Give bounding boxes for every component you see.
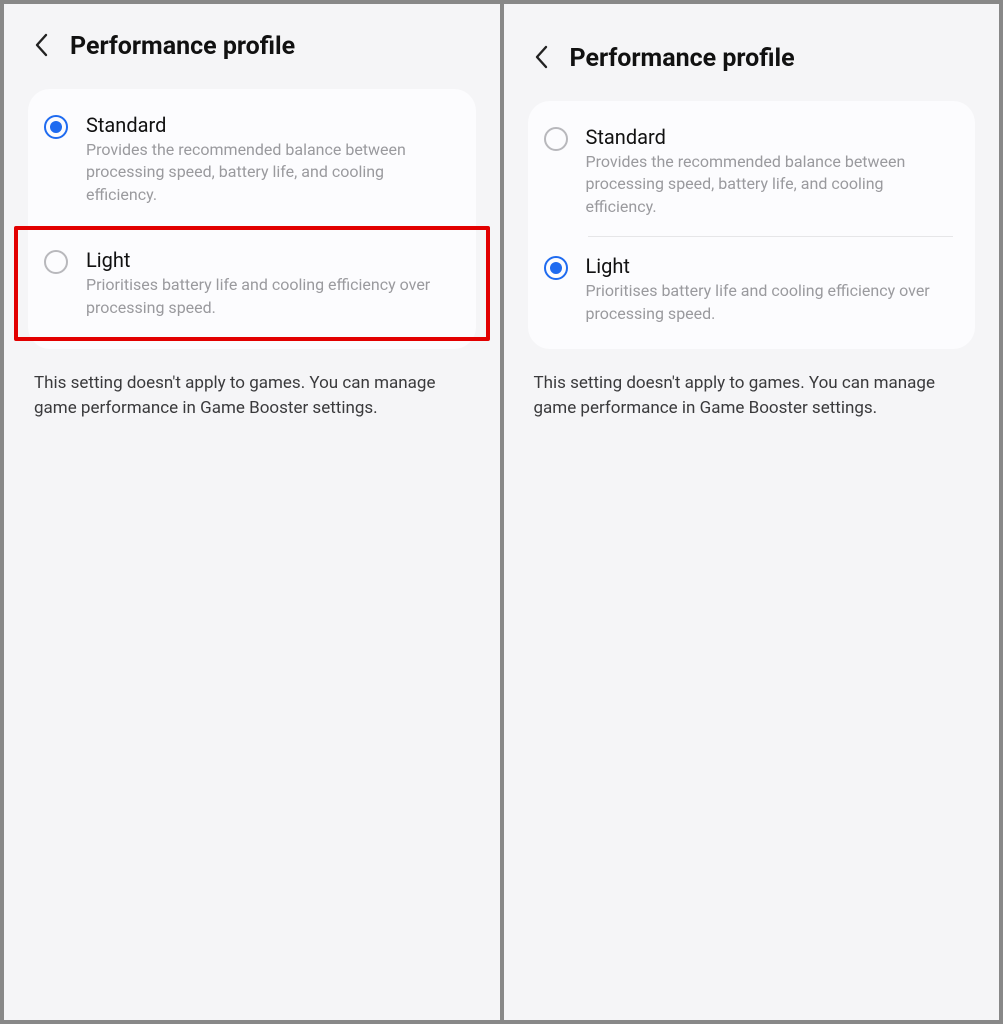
option-title: Standard (86, 113, 454, 137)
page-title: Performance profile (70, 32, 295, 61)
chevron-left-icon (34, 33, 48, 61)
highlight-box: Light Prioritises battery life and cooli… (14, 226, 490, 341)
radio-light[interactable] (44, 250, 68, 274)
footnote: This setting doesn't apply to games. You… (534, 371, 970, 422)
right-pane: Performance profile Standard Provides th… (504, 4, 1000, 1020)
option-text: Light Prioritises battery life and cooli… (86, 248, 456, 319)
radio-light[interactable] (544, 256, 568, 280)
option-title: Light (586, 254, 954, 278)
radio-standard[interactable] (44, 115, 68, 139)
option-standard[interactable]: Standard Provides the recommended balanc… (28, 95, 476, 224)
option-light[interactable]: Light Prioritises battery life and cooli… (18, 230, 486, 337)
chevron-left-icon (534, 45, 548, 73)
option-standard[interactable]: Standard Provides the recommended balanc… (528, 107, 976, 236)
option-text: Light Prioritises battery life and cooli… (586, 254, 954, 325)
left-pane: Performance profile Standard Provides th… (4, 4, 500, 1020)
option-desc: Prioritises battery life and cooling eff… (86, 274, 456, 319)
option-desc: Provides the recommended balance between… (586, 151, 954, 218)
back-button[interactable] (528, 46, 554, 72)
page-title: Performance profile (570, 44, 795, 73)
option-light[interactable]: Light Prioritises battery life and cooli… (528, 236, 976, 343)
footnote: This setting doesn't apply to games. You… (34, 371, 470, 422)
option-desc: Prioritises battery life and cooling eff… (586, 280, 954, 325)
option-title: Standard (586, 125, 954, 149)
option-title: Light (86, 248, 456, 272)
header: Performance profile (28, 32, 476, 61)
radio-standard[interactable] (544, 127, 568, 151)
option-text: Standard Provides the recommended balanc… (586, 125, 954, 218)
header: Performance profile (528, 44, 976, 73)
options-card: Standard Provides the recommended balanc… (528, 101, 976, 349)
options-card: Standard Provides the recommended balanc… (28, 89, 476, 349)
back-button[interactable] (28, 34, 54, 60)
option-text: Standard Provides the recommended balanc… (86, 113, 454, 206)
option-desc: Provides the recommended balance between… (86, 139, 454, 206)
